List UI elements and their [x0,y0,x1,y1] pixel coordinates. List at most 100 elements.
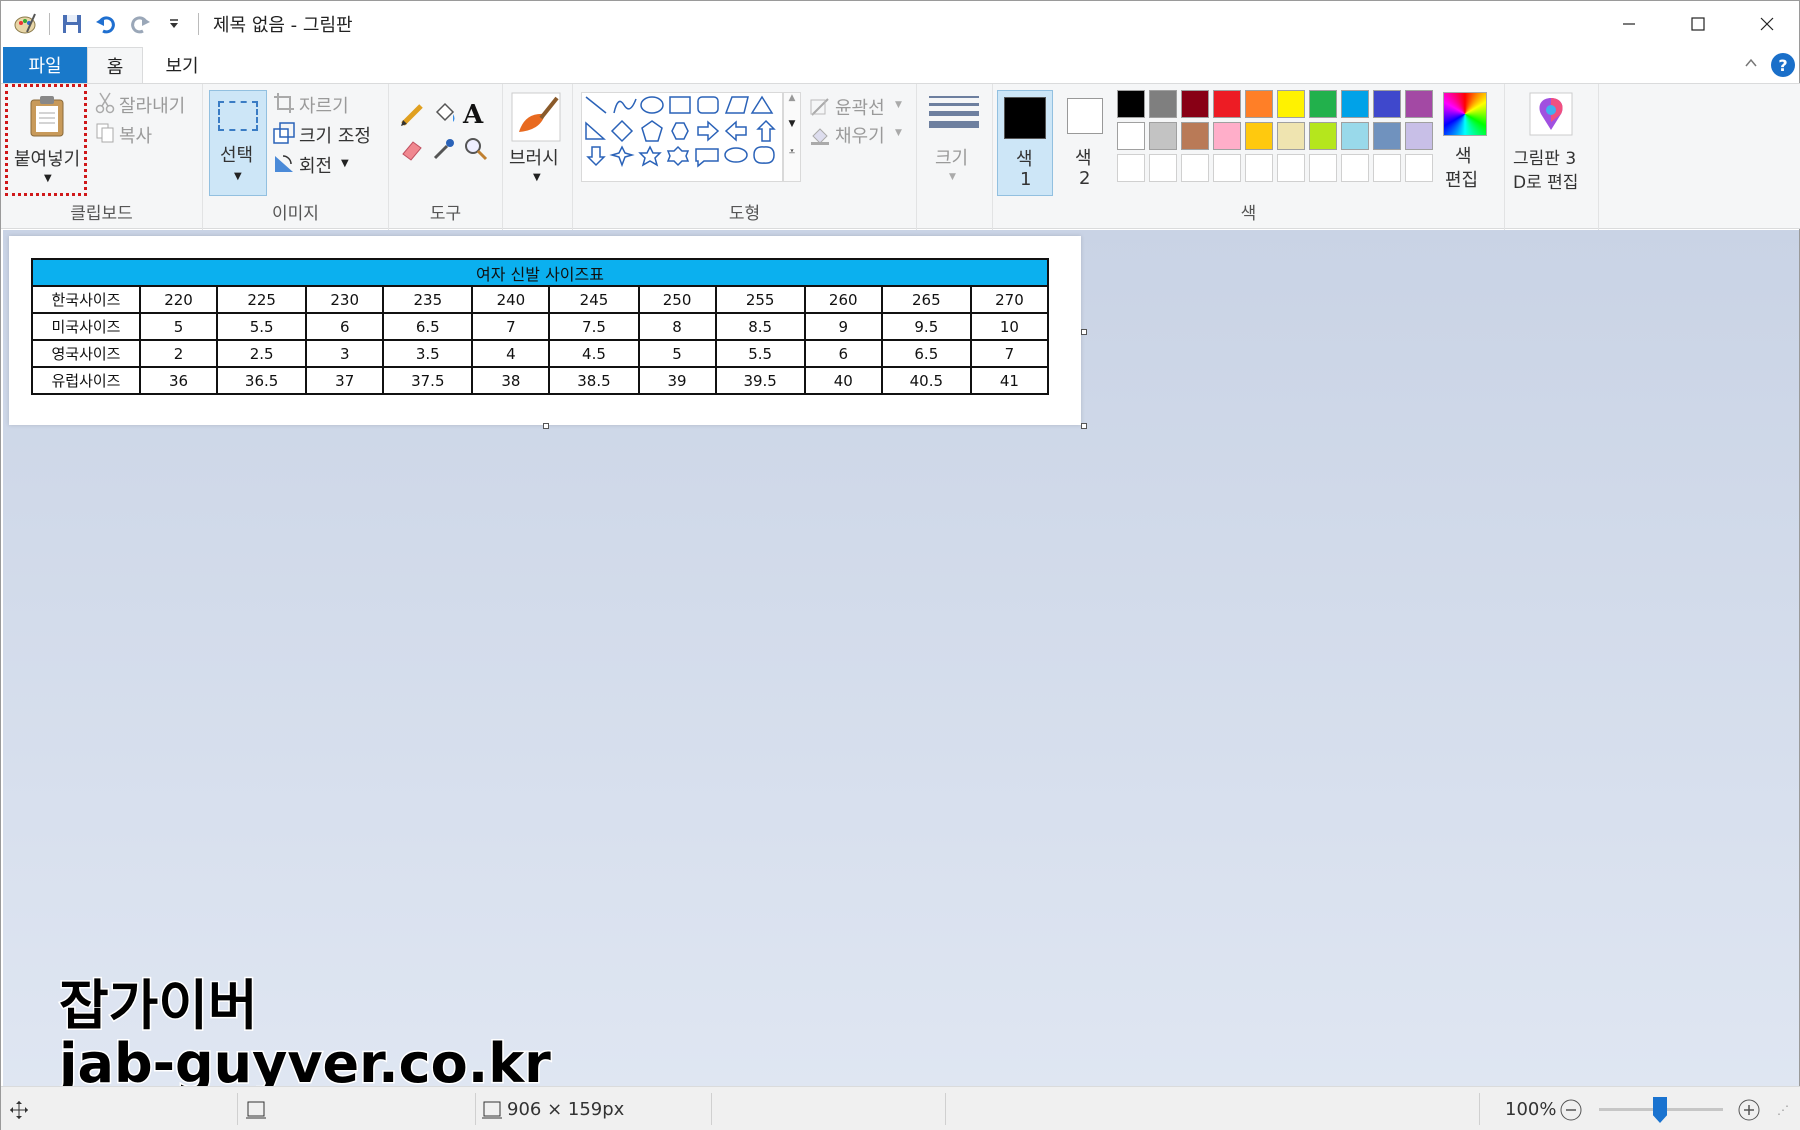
table-row: 한국사이즈 220 225 230 235 240 245 250 255 260 265 270 [31,285,1050,314]
rotate-button[interactable]: 회전 [299,152,332,178]
outline-button[interactable]: 윤곽선 [835,94,885,120]
eraser-icon[interactable] [399,136,425,166]
copy-button[interactable]: 복사 [119,122,152,148]
palette-swatch[interactable] [1309,122,1337,150]
palette-swatch[interactable] [1117,122,1145,150]
zoom-out-icon[interactable] [1559,1087,1583,1130]
color1-button[interactable]: 색 1 [997,90,1053,196]
custom-color-slot[interactable] [1117,154,1145,182]
table-cell: 3 [305,339,385,368]
zoom-slider-thumb[interactable] [1653,1097,1667,1123]
fill-dropdown-arrow-icon[interactable]: ▼ [895,128,902,138]
clipboard-group-label: 클립보드 [70,204,133,224]
text-tool-icon[interactable]: A [463,100,483,130]
tab-view[interactable]: 보기 [151,47,213,83]
palette-swatch[interactable] [1117,90,1145,118]
close-button[interactable] [1732,1,1800,47]
resize-button[interactable]: 크기 조정 [299,122,371,148]
edit-colors-line2[interactable]: 편집 [1445,166,1478,192]
paste-dropdown-arrow-icon[interactable]: ▼ [44,173,52,184]
color-picker-icon[interactable] [431,136,457,166]
maximize-button[interactable] [1663,1,1732,47]
select-dropdown-arrow-icon[interactable]: ▼ [234,171,242,182]
shapes-gallery-scroll[interactable]: ▲ ▼ ⩡ [783,92,801,182]
brushes-group[interactable]: 브러시 ▼ [503,84,573,230]
shapes-group: ▲ ▼ ⩡ 윤곽선 ▼ 채우기 ▼ 도형 [573,84,917,230]
size-group[interactable]: 크기 ▼ [917,84,993,230]
scroll-up-icon[interactable]: ▲ [784,93,800,103]
palette-swatch[interactable] [1245,90,1273,118]
palette-swatch[interactable] [1405,90,1433,118]
resize-handle-bottom[interactable] [543,423,549,429]
ribbon-tabs: 파일 홈 보기 ? [1,47,1800,83]
minimize-button[interactable] [1594,1,1663,47]
custom-color-slot[interactable] [1277,154,1305,182]
gallery-expand-icon[interactable]: ⩡ [784,145,800,159]
undo-icon[interactable] [92,10,120,38]
custom-color-slot[interactable] [1405,154,1433,182]
redo-icon[interactable] [126,10,154,38]
palette-swatch[interactable] [1373,122,1401,150]
resize-grip-icon[interactable]: ⋰ [1777,1087,1789,1130]
palette-swatch[interactable] [1277,90,1305,118]
magnifier-icon[interactable] [463,136,489,166]
help-icon[interactable]: ? [1771,53,1795,77]
edit-colors-line1[interactable]: 색 [1455,142,1472,168]
custom-color-slot[interactable] [1341,154,1369,182]
palette-swatch[interactable] [1341,122,1369,150]
table-cell: 245 [548,285,640,314]
canvas-workspace[interactable]: 여자 신발 사이즈표 한국사이즈 220 225 230 235 240 245 250 255… [3,230,1799,1086]
select-button[interactable]: 선택 ▼ [209,90,267,196]
custom-color-slot[interactable] [1149,154,1177,182]
palette-swatch[interactable] [1213,90,1241,118]
custom-color-slot[interactable] [1245,154,1273,182]
size-dropdown-arrow-icon[interactable]: ▼ [949,172,956,182]
scroll-down-icon[interactable]: ▼ [784,119,800,129]
save-icon[interactable] [58,10,86,38]
zoom-in-icon[interactable] [1737,1087,1761,1130]
palette-swatch[interactable] [1149,90,1177,118]
palette-swatch[interactable] [1309,90,1337,118]
resize-handle-right[interactable] [1081,329,1087,335]
tab-file[interactable]: 파일 [3,47,87,83]
crop-button[interactable]: 자르기 [299,92,349,118]
cut-button[interactable]: 잘라내기 [119,92,185,118]
drawing-canvas[interactable]: 여자 신발 사이즈표 한국사이즈 220 225 230 235 240 245 250 255… [9,236,1081,425]
fill-button[interactable]: 채우기 [835,122,885,148]
paint3d-group[interactable]: 그림판 3 D로 편집 [1505,84,1599,230]
custom-color-slot[interactable] [1181,154,1209,182]
custom-color-slot[interactable] [1213,154,1241,182]
color2-button[interactable]: 색 2 [1055,90,1111,196]
customize-toolbar-chevron-icon[interactable] [160,10,188,38]
palette-swatch[interactable] [1213,122,1241,150]
palette-swatch[interactable] [1181,90,1209,118]
paste-button[interactable]: 붙여넣기 ▼ [5,84,87,196]
custom-color-slot[interactable] [1373,154,1401,182]
pencil-icon[interactable] [399,102,425,132]
collapse-ribbon-icon[interactable] [1743,55,1759,75]
paint3d-label-line1: 그림판 3 [1513,149,1577,169]
palette-swatch[interactable] [1277,122,1305,150]
palette-swatch[interactable] [1245,122,1273,150]
row-label: 미국사이즈 [31,312,141,341]
fill-bucket-icon[interactable] [431,102,457,132]
table-cell: 250 [637,285,717,314]
shapes-gallery-icons[interactable] [582,93,782,181]
palette-swatch[interactable] [1341,90,1369,118]
table-cell: 7 [471,312,551,341]
resize-handle-corner[interactable] [1081,423,1087,429]
custom-color-slot[interactable] [1309,154,1337,182]
paint-app-icon[interactable] [11,10,39,38]
palette-swatch[interactable] [1181,122,1209,150]
quick-access-toolbar: 제목 없음 - 그림판 [1,1,353,47]
rotate-dropdown-arrow-icon[interactable]: ▼ [341,158,349,169]
brushes-dropdown-arrow-icon[interactable]: ▼ [533,172,541,183]
edit-colors-icon[interactable] [1443,92,1487,136]
palette-swatch[interactable] [1373,90,1401,118]
palette-swatch[interactable] [1405,122,1433,150]
table-cell: 38 [471,366,551,395]
tab-home[interactable]: 홈 [87,47,143,83]
table-cell: 260 [803,285,883,314]
outline-dropdown-arrow-icon[interactable]: ▼ [895,100,902,110]
palette-swatch[interactable] [1149,122,1177,150]
